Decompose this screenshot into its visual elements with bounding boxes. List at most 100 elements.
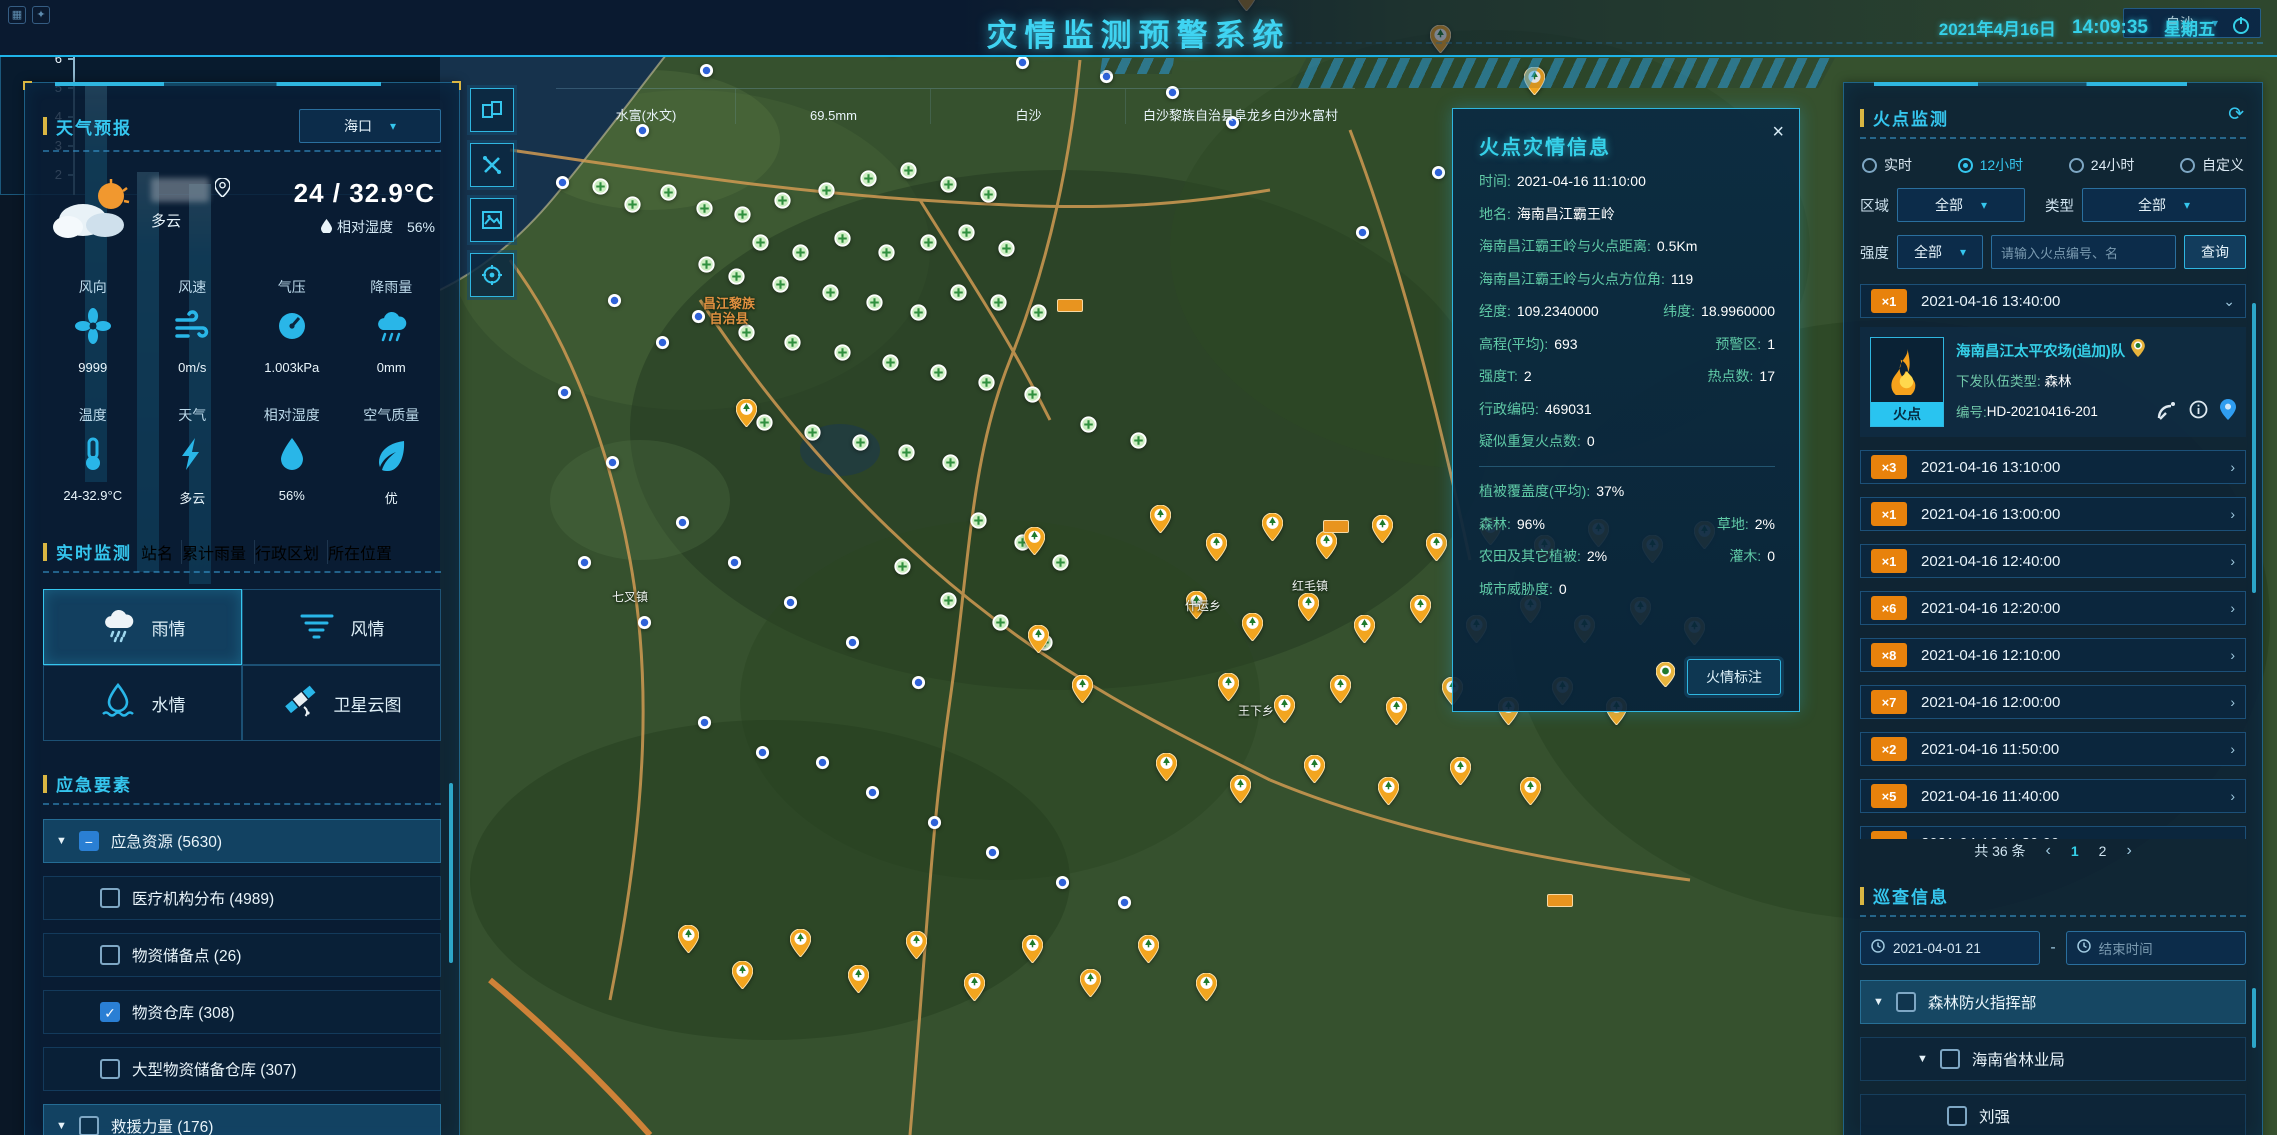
start-time-input[interactable]: 2021-04-01 21: [1860, 931, 2040, 965]
checkbox-unchecked[interactable]: [100, 1059, 120, 1079]
weather-condition: 多云: [151, 210, 230, 231]
fire-event-row[interactable]: ×52021-04-16 11:40:00›: [1860, 779, 2246, 813]
radio-label: 自定义: [2202, 155, 2244, 175]
fire-event-row[interactable]: ×62021-04-16 12:20:00›: [1860, 591, 2246, 625]
chevron-right-icon[interactable]: ›: [2230, 788, 2235, 804]
refresh-icon[interactable]: ⟳: [2228, 103, 2244, 126]
next-page-icon[interactable]: ›: [2126, 842, 2131, 860]
checkbox-unchecked[interactable]: [1940, 1049, 1960, 1069]
scrollbar[interactable]: [449, 783, 453, 963]
city-select[interactable]: 海口 ▾: [299, 109, 441, 143]
popup-field-label: 经度:: [1479, 303, 1511, 319]
chevron-right-icon[interactable]: ›: [2230, 553, 2235, 569]
chevron-right-icon[interactable]: ›: [2230, 506, 2235, 522]
time-radio-实时[interactable]: 实时: [1862, 155, 1912, 175]
prev-page-icon[interactable]: ‹: [2046, 842, 2051, 860]
monitor-button-3[interactable]: 水情: [43, 665, 242, 741]
scrollbar[interactable]: [2252, 303, 2256, 593]
expander-icon[interactable]: ▼: [1917, 1053, 1928, 1065]
checkbox-unchecked[interactable]: [100, 945, 120, 965]
checkbox-unchecked[interactable]: [79, 1116, 99, 1135]
monitor-button-1[interactable]: 雨情: [43, 589, 242, 665]
time-radio-自定义[interactable]: 自定义: [2180, 155, 2244, 175]
fire-event-row[interactable]: ×22021-04-16 11:50:00›: [1860, 732, 2246, 766]
tree-row[interactable]: ▼救援力量 (176): [43, 1104, 441, 1135]
tree-row[interactable]: ✓物资仓库 (308): [43, 990, 441, 1034]
fire-event-detail: 火点海南昌江太平农场(追加)队下发队伍类型: 森林编号: HD-20210416…: [1860, 327, 2246, 437]
weather-metric-value: 0mm: [377, 360, 406, 375]
end-time-input[interactable]: 结束时间: [2066, 931, 2246, 965]
power-icon[interactable]: [2231, 15, 2251, 40]
weather-metric-value: 优: [385, 488, 398, 507]
tree-row[interactable]: 医疗机构分布 (4989): [43, 876, 441, 920]
bluepin-icon[interactable]: [2220, 399, 2236, 423]
fire-code-label: 编号:: [1956, 401, 1987, 421]
fire-event-row[interactable]: ×32021-04-16 13:10:00›: [1860, 450, 2246, 484]
expander-icon[interactable]: ▼: [1873, 996, 1884, 1008]
fire-annotate-button[interactable]: 火情标注: [1687, 659, 1781, 695]
checkbox-unchecked[interactable]: [1896, 992, 1916, 1012]
chevron-right-icon[interactable]: ›: [2230, 600, 2235, 616]
region-select[interactable]: 全部▾: [1897, 188, 2025, 222]
chevron-right-icon[interactable]: ›: [2230, 459, 2235, 475]
app-grid-icon[interactable]: ▦: [8, 6, 26, 24]
chevron-right-icon[interactable]: ›: [2230, 835, 2235, 839]
expander-icon[interactable]: ▼: [56, 835, 67, 847]
fire-event-row[interactable]: ×72021-04-16 12:00:00›: [1860, 685, 2246, 719]
fire-event-row[interactable]: ×12021-04-16 12:40:00›: [1860, 544, 2246, 578]
tree-row[interactable]: ▼−应急资源 (5630): [43, 819, 441, 863]
checkbox-unchecked[interactable]: [1947, 1106, 1967, 1126]
fire-event-row[interactable]: ×12021-04-16 13:40:00⌄: [1860, 284, 2246, 318]
popup-field-value: 0.5Km: [1657, 238, 1697, 254]
close-icon[interactable]: ×: [1772, 121, 1784, 144]
monitor-button-4[interactable]: 卫星云图: [242, 665, 441, 741]
weather-metric: 风向9999: [43, 277, 143, 375]
chevron-right-icon[interactable]: ›: [2230, 694, 2235, 710]
checkbox-unchecked[interactable]: [100, 888, 120, 908]
page-number[interactable]: 2: [2099, 843, 2107, 859]
tree-row[interactable]: ▼海南省林业局: [1860, 1037, 2246, 1081]
time-radio-24小时[interactable]: 24小时: [2069, 155, 2135, 175]
dish-icon[interactable]: [2157, 400, 2177, 423]
app-star-icon[interactable]: ✦: [32, 6, 50, 24]
fire-code-row: 编号: HD-20210416-201: [1956, 399, 2236, 423]
fire-detail-lines: 海南昌江太平农场(追加)队下发队伍类型: 森林编号: HD-20210416-2…: [1956, 337, 2236, 427]
monitor-button-2[interactable]: 风情: [242, 589, 441, 665]
tree-row[interactable]: 物资储备点 (26): [43, 933, 441, 977]
scrollbar[interactable]: [2252, 988, 2256, 1048]
fire-event-row[interactable]: ×12021-04-16 13:00:00›: [1860, 497, 2246, 531]
popup-field-row: 农田及其它植被:2%灌木:0: [1479, 546, 1775, 566]
rain-table-row[interactable]: 水富(水文)69.5mm白沙白沙黎族自治县阜龙乡白沙水富村: [556, 89, 1355, 124]
info-icon[interactable]: [2189, 400, 2208, 422]
pagination: 共 36 条‹12›: [1860, 841, 2246, 861]
checkbox-checked[interactable]: ✓: [100, 1002, 120, 1022]
fire-id-search-input[interactable]: 请输入火点编号、名: [1991, 235, 2176, 269]
popup-field-row: 海南昌江霸王岭与火点距离:0.5Km: [1479, 236, 1775, 256]
rain-table-body: 水富(水文)69.5mm白沙白沙黎族自治县阜龙乡白沙水富村: [556, 89, 1355, 124]
page-title: 灾情监测预警系统: [987, 10, 1291, 55]
chevron-right-icon[interactable]: ›: [2230, 741, 2235, 757]
intensity-select[interactable]: 全部▾: [1897, 235, 1983, 269]
humidity-mini-icon: [321, 219, 332, 236]
map-tool-layers[interactable]: [470, 198, 514, 242]
expander-icon[interactable]: ▼: [56, 1120, 67, 1132]
chevron-right-icon[interactable]: ›: [2230, 647, 2235, 663]
map-tool-measure[interactable]: [470, 143, 514, 187]
tree-row[interactable]: 刘强: [1860, 1094, 2246, 1135]
fire-event-row[interactable]: ×82021-04-16 12:10:00›: [1860, 638, 2246, 672]
search-button[interactable]: 查询: [2184, 235, 2246, 269]
fire-event-row[interactable]: ×82021-04-16 11:30:00›: [1860, 826, 2246, 839]
time-radio-12小时[interactable]: 12小时: [1958, 155, 2024, 175]
chevron-down-icon[interactable]: ⌄: [2223, 293, 2235, 310]
type-select[interactable]: 全部▾: [2082, 188, 2246, 222]
divider: [43, 803, 441, 805]
tree-row[interactable]: 大型物资储备仓库 (307): [43, 1047, 441, 1091]
popup-field-label: 强度T:: [1479, 368, 1518, 384]
location-pin-icon[interactable]: [215, 178, 230, 202]
tree-row[interactable]: ▼森林防火指挥部: [1860, 980, 2246, 1024]
page-number[interactable]: 1: [2071, 843, 2079, 859]
checkbox-indeterminate[interactable]: −: [79, 831, 99, 851]
time-text: 14:09:35: [2072, 17, 2148, 39]
map-tool-compare[interactable]: [470, 88, 514, 132]
map-tool-bookmark[interactable]: [470, 253, 514, 297]
